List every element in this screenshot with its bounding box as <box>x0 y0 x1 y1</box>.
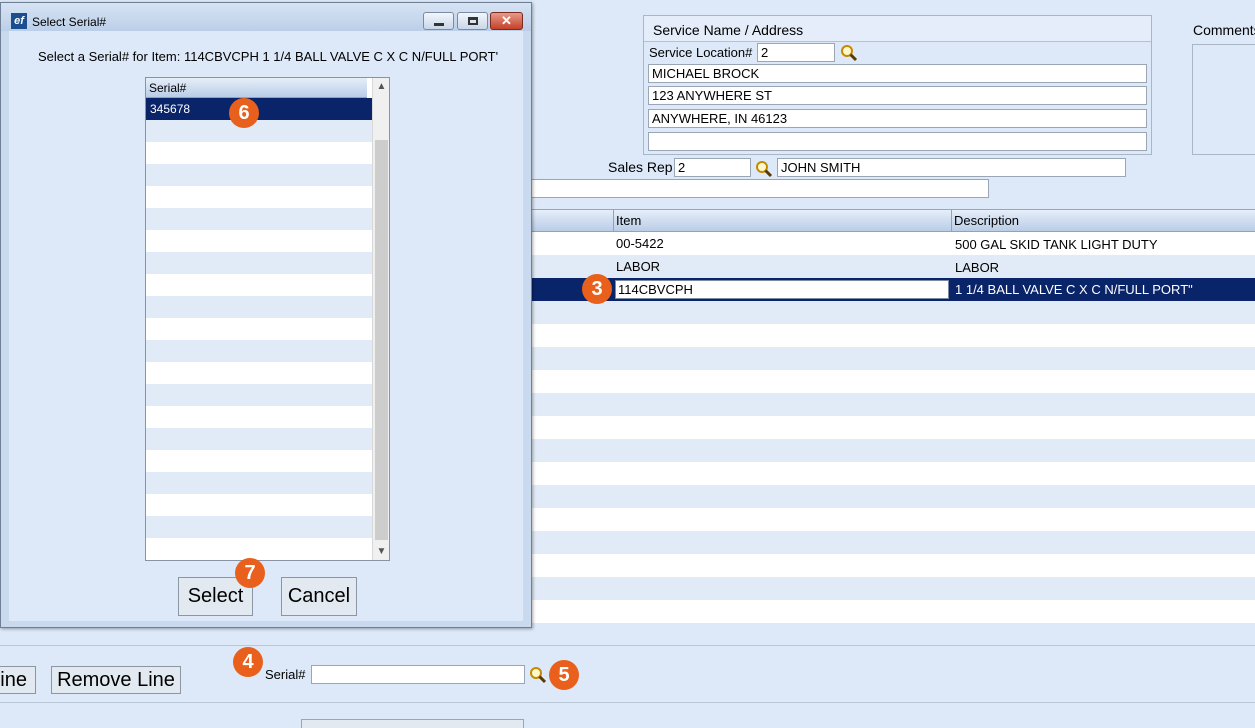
row-item: LABOR <box>616 259 661 274</box>
serial-column-header: Serial# <box>149 81 187 95</box>
serial-input[interactable] <box>311 665 525 684</box>
scroll-down-icon[interactable]: ▼ <box>373 543 389 560</box>
bottom-divider <box>0 645 1255 646</box>
lines-grid-header: Item Description <box>530 210 1255 232</box>
lines-grid: Item Description 00-5422 500 GAL SKID TA… <box>530 209 1255 623</box>
app-logo-icon: ef <box>11 13 27 29</box>
sales-rep-search-icon[interactable] <box>755 160 773 178</box>
annotation-badge-5: 5 <box>549 660 579 690</box>
table-row[interactable]: 00-5422 500 GAL SKID TANK LIGHT DUTY <box>530 232 1255 255</box>
row-description: LABOR <box>955 260 1000 275</box>
serial-list[interactable]: Serial# 345678 ▲ ▼ <box>145 77 390 561</box>
row-item-editor[interactable]: 114CBVCPH <box>615 280 949 299</box>
bottom-divider-lower <box>0 702 1255 703</box>
add-line-button[interactable]: ine <box>0 666 36 694</box>
sales-rep-label: Sales Rep <box>608 159 673 175</box>
serial-list-header[interactable]: Serial# <box>146 78 367 98</box>
dialog-prompt: Select a Serial# for Item: 114CBVCPH 1 1… <box>38 49 499 64</box>
po-number-input[interactable] <box>520 179 989 198</box>
address-line-4[interactable] <box>648 132 1147 151</box>
table-row-selected[interactable]: 114CBVCPH 1 1/4 BALL VALVE C X C N/FULL … <box>530 278 1255 301</box>
serial-search-icon[interactable] <box>529 666 547 684</box>
annotation-badge-6: 6 <box>229 98 259 128</box>
row-item: 00-5422 <box>616 236 664 251</box>
service-address-header: Service Name / Address <box>644 16 1151 42</box>
comments-box[interactable] <box>1192 44 1255 155</box>
sales-rep-code-input[interactable]: 2 <box>674 158 751 177</box>
address-line-3[interactable]: ANYWHERE, IN 46123 <box>648 109 1147 128</box>
service-address-title: Service Name / Address <box>653 22 804 38</box>
serial-list-scrollbar[interactable]: ▲ ▼ <box>372 78 389 560</box>
annotation-badge-7: 7 <box>235 558 265 588</box>
close-button[interactable]: ✕ <box>490 12 523 30</box>
serial-list-stripes <box>146 98 372 560</box>
close-icon: ✕ <box>501 13 512 28</box>
scroll-thumb[interactable] <box>375 140 388 540</box>
cancel-button[interactable]: Cancel <box>281 577 357 616</box>
column-header-description[interactable]: Description <box>951 210 1255 232</box>
dialog-body: Select a Serial# for Item: 114CBVCPH 1 1… <box>9 31 523 621</box>
maximize-icon <box>468 17 478 25</box>
bottom-hidden-button[interactable] <box>301 719 524 728</box>
serial-value: 345678 <box>150 102 191 116</box>
annotation-badge-4: 4 <box>233 647 263 677</box>
remove-line-button[interactable]: Remove Line <box>51 666 181 694</box>
serial-list-item-selected[interactable]: 345678 <box>146 98 372 120</box>
column-header-item[interactable]: Item <box>613 210 951 232</box>
select-serial-dialog: ef Select Serial# ✕ Select a Serial# for… <box>0 2 532 628</box>
sales-rep-name-input[interactable]: JOHN SMITH <box>777 158 1126 177</box>
scroll-up-icon[interactable]: ▲ <box>373 78 389 95</box>
comments-label: Comments <box>1193 22 1255 38</box>
service-location-search-icon[interactable] <box>840 44 858 62</box>
minimize-icon <box>434 23 444 26</box>
dialog-title: Select Serial# <box>32 15 107 29</box>
service-location-label: Service Location# <box>649 45 753 60</box>
maximize-button[interactable] <box>457 12 488 30</box>
dialog-title-bar[interactable]: ef Select Serial# ✕ <box>1 3 531 31</box>
minimize-button[interactable] <box>423 12 454 30</box>
address-line-2[interactable]: 123 ANYWHERE ST <box>648 86 1147 105</box>
address-line-1[interactable]: MICHAEL BROCK <box>648 64 1147 83</box>
row-description: 500 GAL SKID TANK LIGHT DUTY <box>955 237 1158 252</box>
service-location-input[interactable]: 2 <box>757 43 835 62</box>
row-description: 1 1/4 BALL VALVE C X C N/FULL PORT" <box>955 282 1193 297</box>
annotation-badge-3: 3 <box>582 274 612 304</box>
serial-label: Serial# <box>265 667 306 682</box>
table-row[interactable]: LABOR LABOR <box>530 255 1255 278</box>
